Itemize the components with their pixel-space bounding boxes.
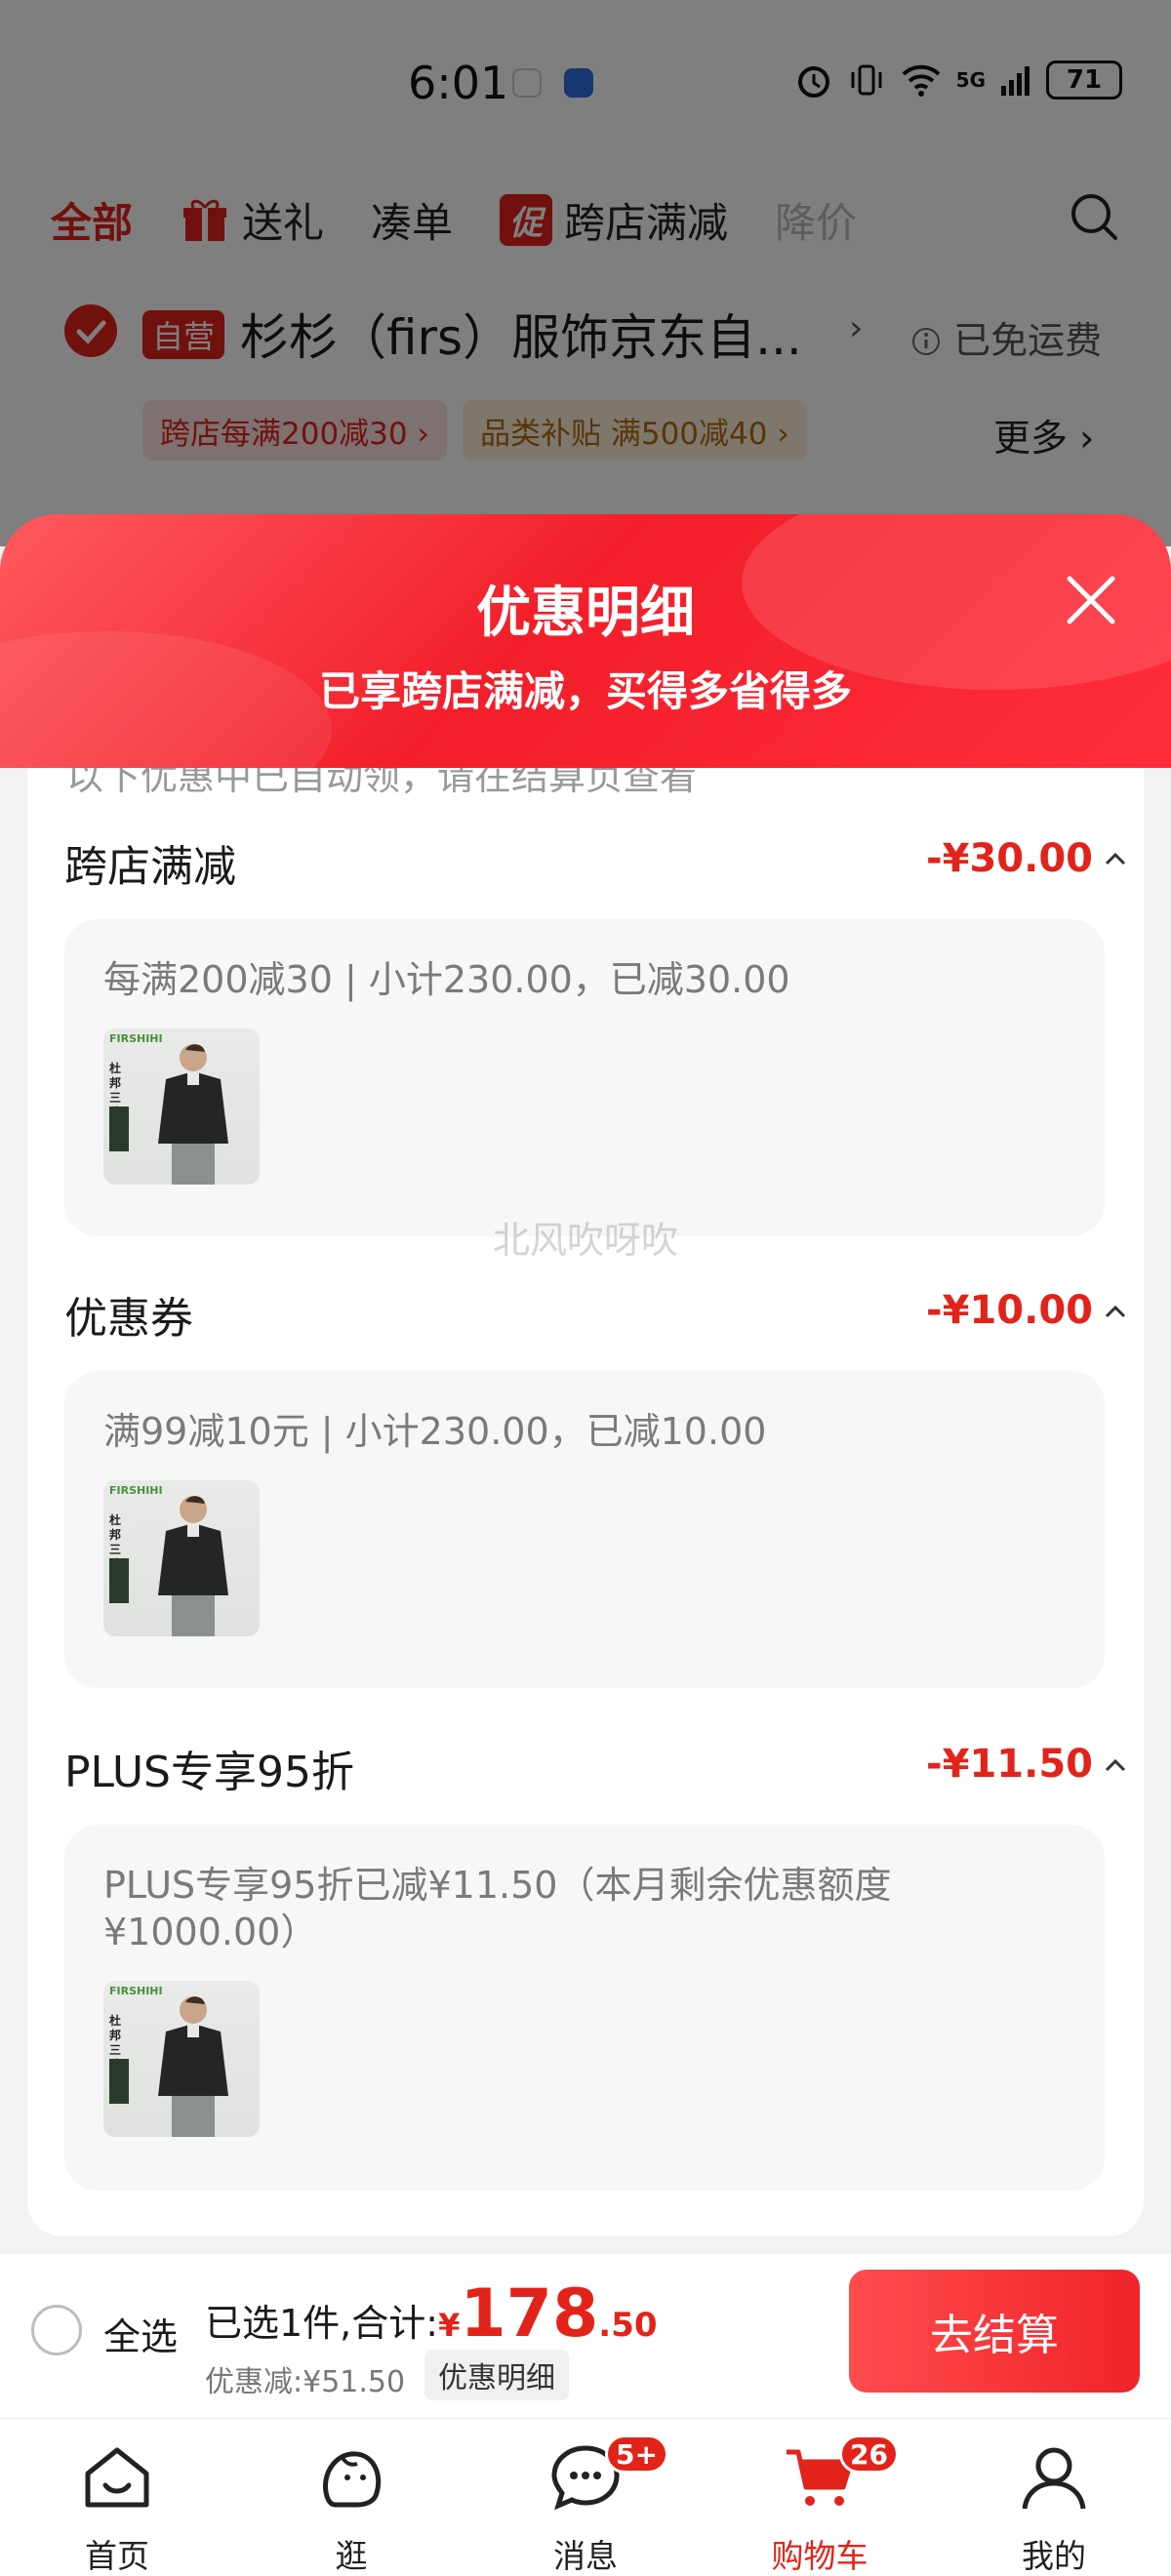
- total-label: 已选1件,合计:: [205, 2302, 439, 2345]
- detail-card-cross-store: 每满200减30 | 小计230.00，已减30.00 FIRSHIHI 杜邦三…: [64, 919, 1105, 1236]
- checkout-bar: 全选 已选1件,合计: ¥ 178 .50 优惠减:¥51.50 优惠明细 去结…: [0, 2254, 1171, 2418]
- section-title-cross-store: 跨店满减: [64, 842, 236, 892]
- total-decimal: .50: [598, 2306, 658, 2345]
- discount-sheet-body: 以下优惠中已自动领，请在结算页查看 跨店满减 -¥30.00 每满200减30 …: [27, 768, 1144, 2236]
- bottom-navigation: 首页 逛 5+ 消息 26 购物车 我的: [0, 2418, 1171, 2576]
- nav-cart[interactable]: 26 购物车: [742, 2429, 899, 2575]
- select-all-label[interactable]: 全选: [103, 2307, 178, 2360]
- nav-messages-label: 消息: [553, 2537, 618, 2575]
- nav-mine[interactable]: 我的: [976, 2429, 1132, 2575]
- sheet-title: 优惠明细: [476, 582, 695, 645]
- modal-scrim[interactable]: [0, 0, 1171, 546]
- chevron-up-icon[interactable]: [1101, 1297, 1130, 1326]
- detail-text-cross-store: 每满200减30 | 小计230.00，已减30.00: [103, 958, 790, 1001]
- section-amount-coupon: -¥10.00: [926, 1288, 1093, 1333]
- nav-home-label: 首页: [85, 2537, 149, 2575]
- select-all-radio[interactable]: [31, 2305, 82, 2355]
- nav-cart-label: 购物车: [771, 2537, 868, 2575]
- section-amount-cross-store: -¥30.00: [926, 836, 1093, 881]
- chevron-up-icon[interactable]: [1101, 1751, 1130, 1780]
- detail-text-coupon: 满99减10元 | 小计230.00，已减10.00: [103, 1410, 767, 1453]
- section-title-plus: PLUS专享95折: [64, 1748, 354, 1797]
- cart-badge: 26: [839, 2435, 899, 2474]
- messages-badge: 5+: [605, 2435, 668, 2474]
- product-thumbnail[interactable]: FIRSHIHI 杜邦三防: [103, 1981, 260, 2137]
- detail-card-plus: PLUS专享95折已减¥11.50（本月剩余优惠额度¥1000.00） FIRS…: [64, 1825, 1105, 2191]
- total-integer: 178: [460, 2275, 599, 2353]
- nav-messages[interactable]: 5+ 消息: [507, 2429, 668, 2575]
- detail-card-coupon: 满99减10元 | 小计230.00，已减10.00 FIRSHIHI 杜邦三防: [64, 1371, 1105, 1688]
- jacket-model-image: [158, 1044, 228, 1185]
- close-icon[interactable]: [1062, 571, 1120, 629]
- section-amount-plus: -¥11.50: [926, 1742, 1093, 1787]
- section-title-coupon: 优惠券: [64, 1294, 193, 1344]
- product-thumbnail[interactable]: FIRSHIHI 杜邦三防: [103, 1480, 260, 1636]
- discount-sheet-header: 优惠明细 已享跨店满减，买得多省得多: [0, 514, 1171, 768]
- watermark: 北风吹呀吹: [492, 1219, 678, 1262]
- detail-text-plus: PLUS专享95折已减¥11.50（本月剩余优惠额度¥1000.00）: [103, 1864, 892, 1953]
- total-line: 已选1件,合计: ¥ 178 .50: [205, 2275, 658, 2353]
- checkout-button[interactable]: 去结算: [849, 2270, 1140, 2393]
- nav-browse-label: 逛: [335, 2537, 368, 2575]
- nav-browse[interactable]: 逛: [273, 2429, 429, 2575]
- nav-mine-label: 我的: [1022, 2537, 1086, 2575]
- profile-icon: [1022, 2447, 1086, 2510]
- jacket-model-image: [158, 1996, 228, 2137]
- saved-amount: 优惠减:¥51.50: [205, 2365, 406, 2399]
- sheet-subtitle: 已享跨店满减，买得多省得多: [318, 667, 852, 715]
- home-icon: [85, 2447, 149, 2508]
- nav-home[interactable]: 首页: [39, 2429, 195, 2575]
- chevron-up-icon[interactable]: [1101, 844, 1130, 873]
- product-thumbnail[interactable]: FIRSHIHI 杜邦三防: [103, 1028, 260, 1185]
- jacket-model-image: [158, 1496, 228, 1636]
- total-currency: ¥: [438, 2307, 461, 2344]
- discount-detail-button[interactable]: 优惠明细: [424, 2350, 569, 2400]
- browse-icon: [323, 2451, 382, 2508]
